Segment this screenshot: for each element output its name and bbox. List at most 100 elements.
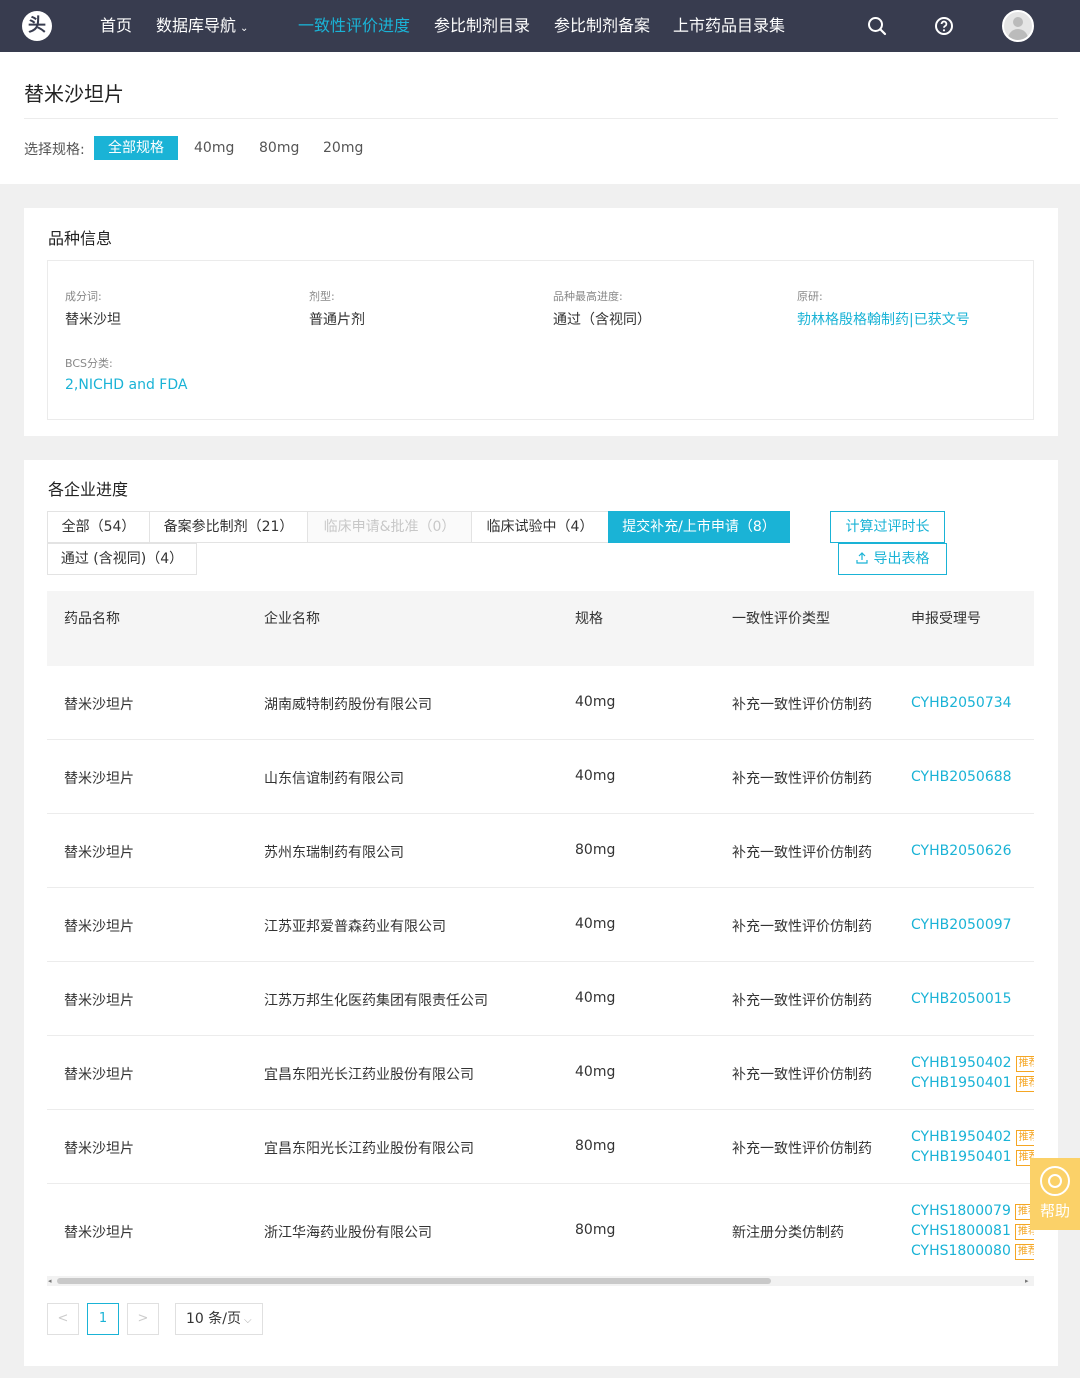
- tab-supplement-application[interactable]: 提交补充/上市申请（8）: [608, 511, 790, 543]
- application-number-text: CYHB2050015: [911, 991, 1012, 1007]
- application-number-text: CYHB1950402: [911, 1055, 1012, 1071]
- spec-cell: 40mg: [575, 694, 616, 710]
- chevron-down-icon: ⌄: [240, 23, 249, 34]
- avatar[interactable]: [1002, 10, 1034, 42]
- drug-name-cell: 替米沙坦片: [64, 845, 134, 861]
- table-row: 替米沙坦片 宜昌东阳光长江药业股份有限公司 40mg 补充一致性评价仿制药 CYHB19…: [47, 1036, 1034, 1110]
- upload-icon: [855, 552, 868, 564]
- application-number-link[interactable]: CYHB1950402 推荐: [911, 1127, 1034, 1147]
- drug-name-cell: 替米沙坦片: [64, 1225, 134, 1241]
- dosage-form-label: 剂型:: [309, 290, 335, 303]
- spec-option-80mg[interactable]: 80mg: [245, 136, 313, 160]
- drug-name-cell: 替米沙坦片: [64, 1141, 134, 1157]
- company-name-cell: 湖南威特制药股份有限公司: [264, 697, 432, 713]
- application-number-link[interactable]: CYHB2050626: [911, 841, 1012, 861]
- company-name-cell: 江苏万邦生化医药集团有限责任公司: [264, 993, 488, 1009]
- application-number-link[interactable]: CYHB1950401推荐: [911, 1073, 1034, 1093]
- next-page-button[interactable]: >: [127, 1303, 159, 1335]
- help-button[interactable]: 帮助: [1030, 1158, 1080, 1230]
- application-number-text: CYHB1950402: [911, 1129, 1012, 1145]
- column-header: 企业名称: [264, 611, 320, 627]
- evaluation-type-cell: 补充一致性评价仿制药: [732, 771, 872, 787]
- bcs-link[interactable]: 2,NICHD and FDA: [65, 377, 187, 393]
- application-number-text: CYHB1950401: [911, 1149, 1012, 1165]
- tab-passed[interactable]: 通过 (含视同)（4）: [47, 543, 197, 575]
- application-number-text: CYHB2050626: [911, 843, 1012, 859]
- prev-page-button[interactable]: <: [47, 1303, 79, 1335]
- evaluation-type-cell: 补充一致性评价仿制药: [732, 919, 872, 935]
- export-label: 导出表格: [873, 551, 930, 567]
- table-header: 药品名称 企业名称 规格 一致性评价类型 申报受理号: [47, 591, 1034, 666]
- highest-progress-value: 通过（含视同）: [553, 312, 651, 328]
- spec-cell: 80mg: [575, 1138, 616, 1154]
- scroll-left-icon[interactable]: ◂: [48, 1276, 52, 1286]
- table-row: 替米沙坦片 苏州东瑞制药有限公司 80mg 补充一致性评价仿制药 CYHB2050626: [47, 814, 1034, 888]
- spec-cell: 40mg: [575, 768, 616, 784]
- logo-icon[interactable]: 头: [22, 11, 52, 41]
- table-row: 替米沙坦片 山东信谊制药有限公司 40mg 补充一致性评价仿制药 CYHB2050688: [47, 740, 1034, 814]
- horizontal-scrollbar[interactable]: ◂ ▸: [47, 1276, 1034, 1286]
- application-number-link[interactable]: CYHS1800079推荐: [911, 1201, 1034, 1221]
- application-number-cell: CYHB1950402推荐CYHB1950401推荐: [911, 1053, 1034, 1093]
- spec-option-20mg[interactable]: 20mg: [309, 136, 377, 160]
- table-row: 替米沙坦片 江苏万邦生化医药集团有限责任公司 40mg 补充一致性评价仿制药 CYHB2…: [47, 962, 1034, 1036]
- column-header: 申报受理号: [911, 611, 981, 627]
- recommend-badge: 推荐: [1014, 1244, 1034, 1260]
- column-header: 药品名称: [64, 611, 120, 627]
- scrollbar-thumb[interactable]: [57, 1278, 771, 1284]
- application-number-link[interactable]: CYHB2050097: [911, 915, 1012, 935]
- drug-header: 替米沙坦片 选择规格: 全部规格 40mg 80mg 20mg: [0, 52, 1080, 184]
- dosage-form-value: 普通片剂: [309, 312, 365, 328]
- nav-item-reference-catalog[interactable]: 参比制剂目录: [434, 0, 530, 52]
- spec-option-all[interactable]: 全部规格: [94, 136, 178, 160]
- nav-item-database[interactable]: 数据库导航 ⌄: [156, 0, 248, 52]
- export-table-button[interactable]: 导出表格: [838, 543, 947, 575]
- application-number-link[interactable]: CYHB1950402 推荐: [911, 1053, 1034, 1073]
- tab-clinical-trial[interactable]: 临床试验中（4）: [471, 511, 609, 543]
- tab-reference-filing[interactable]: 备案参比制剂（21）: [149, 511, 308, 543]
- evaluation-type-cell: 补充一致性评价仿制药: [732, 845, 872, 861]
- card-title: 品种信息: [48, 229, 113, 248]
- evaluation-type-cell: 补充一致性评价仿制药: [732, 1067, 872, 1083]
- evaluation-type-cell: 新注册分类仿制药: [732, 1225, 844, 1241]
- nav-item-consistency[interactable]: 一致性评价进度: [298, 0, 410, 52]
- application-number-link[interactable]: CYHB1950401推荐: [911, 1147, 1034, 1167]
- search-icon[interactable]: [865, 14, 889, 38]
- page-title: 替米沙坦片: [24, 82, 124, 106]
- application-number-link[interactable]: CYHB2050734: [911, 693, 1012, 713]
- tab-all[interactable]: 全部（54）: [47, 511, 150, 543]
- calc-duration-button[interactable]: 计算过评时长: [830, 511, 945, 543]
- scroll-right-icon[interactable]: ▸: [1025, 1276, 1029, 1286]
- nav-item-listed-catalog[interactable]: 上市药品目录集: [673, 0, 785, 52]
- top-nav: 头 首页 数据库导航 ⌄ 一致性评价进度 参比制剂目录 参比制剂备案 上市药品目录…: [0, 0, 1080, 52]
- application-number-cell: CYHB2050097: [911, 915, 1012, 935]
- evaluation-type-cell: 补充一致性评价仿制药: [732, 697, 872, 713]
- company-name-cell: 宜昌东阳光长江药业股份有限公司: [264, 1141, 474, 1157]
- application-number-link[interactable]: CYHS1800081 推荐: [911, 1221, 1034, 1241]
- spec-option-40mg[interactable]: 40mg: [180, 136, 248, 160]
- nav-item-home[interactable]: 首页: [100, 0, 132, 52]
- page-button[interactable]: 1: [87, 1303, 119, 1335]
- help-circle-icon[interactable]: [932, 14, 956, 38]
- originator-link[interactable]: 勃林格殷格翰制药|已获文号: [797, 309, 970, 329]
- table-row: 替米沙坦片 湖南威特制药股份有限公司 40mg 补充一致性评价仿制药 CYHB20507…: [47, 666, 1034, 740]
- variety-info-card: 品种信息 成分词: 替米沙坦 剂型: 普通片剂 品种最高进度: 通过（含视同） …: [24, 208, 1058, 436]
- drug-name-cell: 替米沙坦片: [64, 697, 134, 713]
- nav-item-reference-filing[interactable]: 参比制剂备案: [554, 0, 650, 52]
- application-number-link[interactable]: CYHS1800080 推荐: [911, 1241, 1034, 1261]
- column-header: 一致性评价类型: [732, 611, 830, 627]
- spec-cell: 40mg: [575, 990, 616, 1006]
- application-number-link[interactable]: CYHB2050688: [911, 767, 1012, 787]
- company-name-cell: 苏州东瑞制药有限公司: [264, 845, 404, 861]
- drug-name-cell: 替米沙坦片: [64, 1067, 134, 1083]
- recommend-badge: 推荐: [1015, 1076, 1034, 1092]
- card-title: 各企业进度: [48, 480, 129, 499]
- info-box: 成分词: 替米沙坦 剂型: 普通片剂 品种最高进度: 通过（含视同） 原研: 勃…: [47, 260, 1034, 420]
- bcs-label: BCS分类:: [65, 357, 113, 370]
- application-number-text: CYHS1800080: [911, 1243, 1011, 1259]
- company-name-cell: 山东信谊制药有限公司: [264, 771, 404, 787]
- company-name-cell: 江苏亚邦爱普森药业有限公司: [264, 919, 446, 935]
- page-size-select[interactable]: 10 条/页 ⌵: [175, 1303, 263, 1335]
- application-number-link[interactable]: CYHB2050015: [911, 989, 1012, 1009]
- application-number-cell: CYHB2050015: [911, 989, 1012, 1009]
